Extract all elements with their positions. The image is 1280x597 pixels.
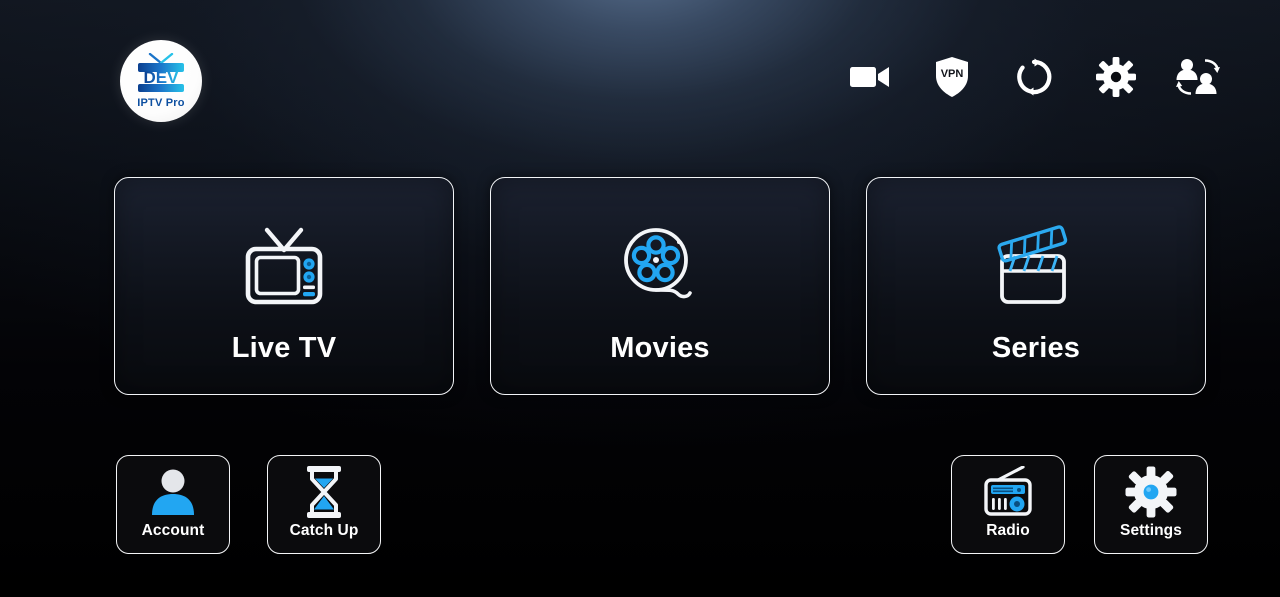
bottom-left-buttons: Account Catch Up — [116, 455, 381, 554]
main-card-row: Live TV Movies Series — [114, 177, 1206, 395]
refresh-sync-icon[interactable] — [1010, 54, 1058, 100]
card-movies[interactable]: Movies — [490, 177, 830, 395]
hourglass-icon — [301, 465, 347, 519]
button-radio[interactable]: Radio — [951, 455, 1065, 554]
button-label-catch-up: Catch Up — [289, 522, 359, 539]
app-logo[interactable]: DEV IPTV Pro — [120, 40, 202, 122]
video-camera-icon[interactable] — [846, 54, 894, 100]
card-label-movies: Movies — [610, 331, 710, 364]
app-header: DEV IPTV Pro VPN — [0, 0, 1280, 155]
bottom-right-buttons: Radio Settings — [951, 455, 1208, 554]
switch-user-icon[interactable] — [1174, 54, 1222, 100]
button-label-account: Account — [141, 522, 205, 539]
app-logo-subtitle: IPTV Pro — [137, 97, 185, 109]
user-avatar-icon — [147, 465, 199, 519]
iptv-home-screen: DEV IPTV Pro VPN Live TV Movies Series A… — [0, 0, 1280, 597]
svg-text:DEV: DEV — [144, 68, 180, 87]
vpn-badge-label: VPN — [941, 68, 964, 80]
button-account[interactable]: Account — [116, 455, 230, 554]
card-live-tv[interactable]: Live TV — [114, 177, 454, 395]
vpn-shield-icon[interactable]: VPN — [928, 54, 976, 100]
radio-icon — [980, 465, 1036, 519]
card-label-series: Series — [991, 331, 1081, 364]
gear-icon[interactable] — [1092, 54, 1140, 100]
card-series[interactable]: Series — [866, 177, 1206, 395]
button-label-radio: Radio — [986, 522, 1030, 539]
film-reel-icon — [612, 216, 708, 316]
button-settings[interactable]: Settings — [1094, 455, 1208, 554]
gear-icon — [1125, 465, 1177, 519]
card-label-live-tv: Live TV — [231, 331, 337, 364]
button-catch-up[interactable]: Catch Up — [267, 455, 381, 554]
tv-icon — [236, 216, 332, 316]
button-label-settings: Settings — [1120, 522, 1182, 539]
tv-logo-icon: DEV — [131, 53, 191, 97]
clapperboard-icon — [984, 216, 1088, 316]
header-icon-bar: VPN — [846, 54, 1222, 100]
